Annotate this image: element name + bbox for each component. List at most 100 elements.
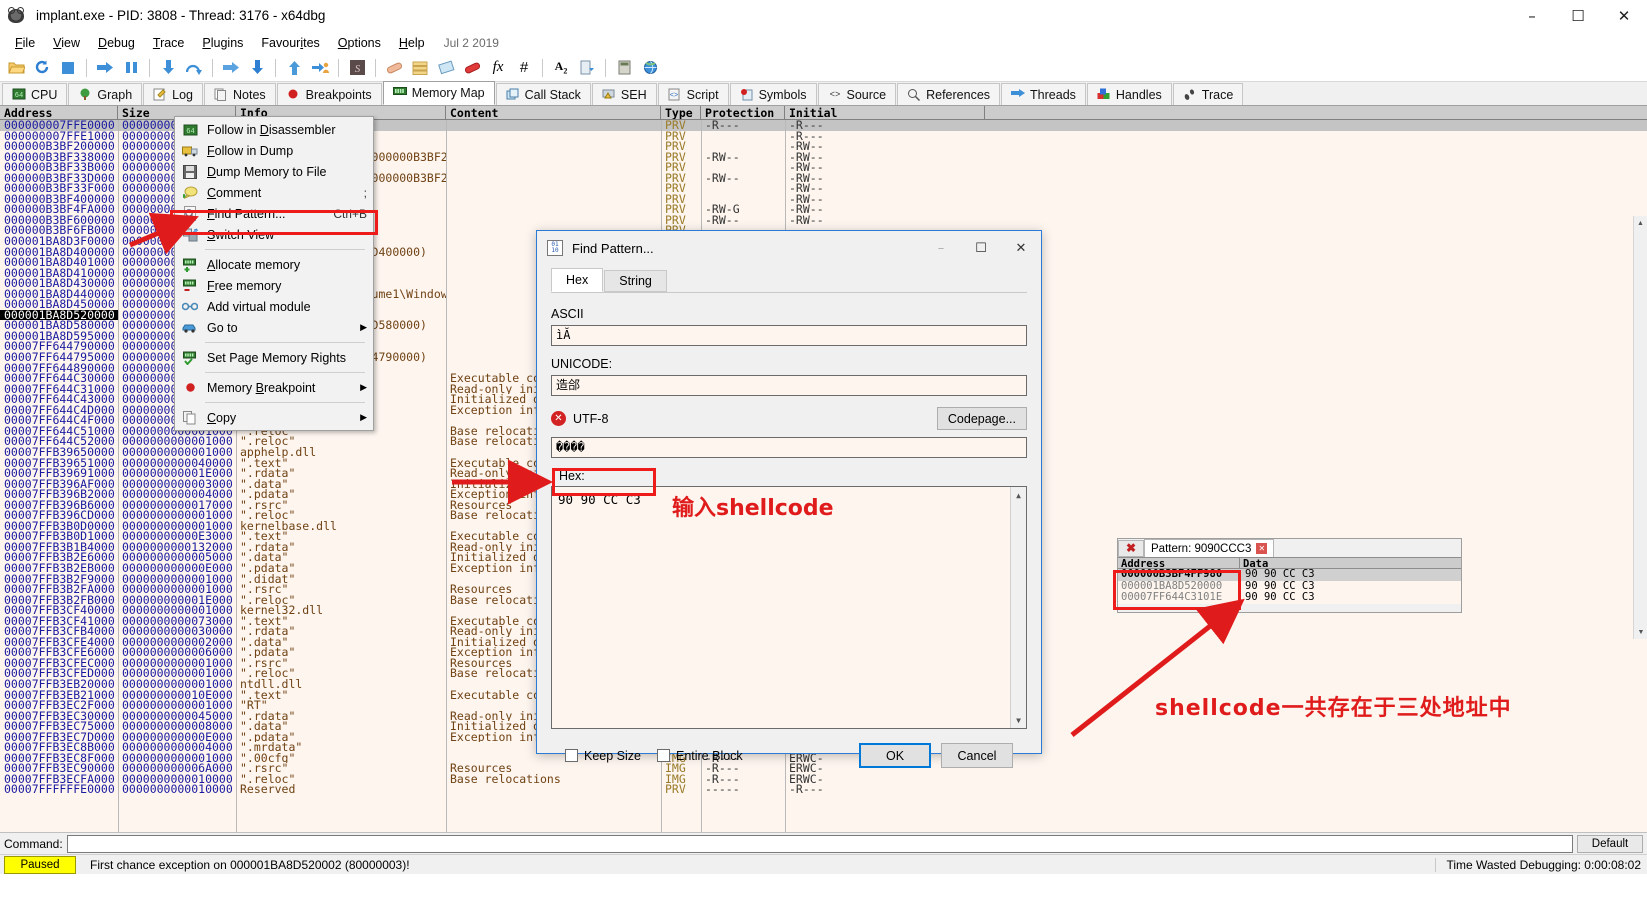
close-button[interactable]: ✕ [1601,0,1647,32]
menu-debug[interactable]: Debug [89,34,144,52]
tab-memory-map[interactable]: Memory Map [382,81,495,105]
globe-icon[interactable] [638,56,662,80]
context-menu-item-allocate-memory[interactable]: Allocate memory [175,254,373,275]
tab-hex[interactable]: Hex [551,268,604,292]
dialog-close-button[interactable]: ✕ [1001,231,1041,265]
function-icon[interactable]: fx [486,56,510,80]
text-icon[interactable]: A2 [549,56,573,80]
ascii-input[interactable]: ìĂ [551,325,1027,346]
unicode-input[interactable]: 造郃 [551,375,1027,396]
close-tab-icon[interactable]: ✕ [1256,543,1268,554]
result-row[interactable]: 00007FF644C3101E 90 90 CC C3 [1118,591,1461,604]
step-into-blue-icon[interactable] [219,56,243,80]
notes-icon[interactable] [434,56,458,80]
context-menu-item-comment[interactable]: Comment; [175,182,373,203]
result-row[interactable]: 000000B3BF4FF980 90 90 CC C3 [1118,568,1461,581]
scroll-up-arrow[interactable]: ▲ [1634,216,1647,230]
tab-call-stack[interactable]: Call Stack [495,83,591,105]
tab-script[interactable]: <> Script [657,83,729,105]
scroll-down-arrow[interactable]: ▼ [1634,625,1647,639]
tab-notes[interactable]: Notes [204,83,276,105]
dialog-maximize-button[interactable]: ☐ [961,231,1001,265]
step-over-icon[interactable] [182,56,206,80]
table-row[interactable]: 00007FFB3ECFA000 0000000000010000 ".reloc"… [0,774,1647,785]
tab-seh[interactable]: SEH [591,83,657,105]
context-menu-item-free-memory[interactable]: Free memory [175,275,373,296]
results-col-data[interactable]: Data [1240,558,1461,570]
hex-scroll-down-arrow[interactable]: ▼ [1011,712,1026,728]
menu-favourites[interactable]: Favourites [252,34,328,52]
results-col-address[interactable]: Address [1118,558,1240,570]
maximize-button[interactable]: ☐ [1555,0,1601,32]
execute-till-return-icon[interactable] [282,56,306,80]
red-x-icon[interactable]: ✖ [1118,539,1144,557]
tab-cpu[interactable]: 64 CPU [2,83,68,105]
memory-map-context-menu[interactable]: 64 Follow in Disassembler Follow in Dump Du… [174,116,374,431]
menu-options[interactable]: Options [329,34,390,52]
default-button[interactable]: Default [1577,834,1643,853]
utf8-input[interactable]: ���� [551,437,1027,458]
hex-input[interactable]: 90 90 CC C3 ▲ ▼ [551,486,1027,729]
step-into-icon[interactable] [156,56,180,80]
hash-icon[interactable]: # [512,56,536,80]
tab-symbols[interactable]: Symbols [729,83,817,105]
codepage-button[interactable]: Codepage... [936,407,1027,430]
scylla-icon[interactable]: S [345,56,369,80]
table-row[interactable]: 00007FFFFFFE0000 0000000000010000 Reserved… [0,784,1647,795]
menu-file[interactable]: FFileile [6,34,44,52]
pause-icon[interactable] [119,56,143,80]
command-input[interactable] [66,834,1573,853]
menu-trace[interactable]: Trace [144,34,194,52]
open-icon[interactable] [4,56,28,80]
ok-button[interactable]: OK [859,743,931,768]
col-header-address[interactable]: Address [0,106,118,119]
col-header-protection[interactable]: Protection [701,106,785,119]
col-header-initial[interactable]: Initial [785,106,985,119]
restart-icon[interactable] [30,56,54,80]
breakpoint-red-icon[interactable] [460,56,484,80]
memory-map-scrollbar[interactable]: ▲ ▼ [1633,216,1647,639]
cancel-button[interactable]: Cancel [941,743,1013,768]
calculator-icon[interactable] [612,56,636,80]
menu-bar: FFileile View Debug Trace Plugins Favour… [0,32,1647,54]
patch-icon[interactable] [382,56,406,80]
minimize-button[interactable]: – [1509,0,1555,32]
context-menu-item-dump-memory-to-file[interactable]: Dump Memory to File [175,161,373,182]
tab-breakpoints[interactable]: Breakpoints [276,83,382,105]
menu-plugins[interactable]: Plugins [193,34,252,52]
tab-log[interactable]: Log [143,83,204,105]
context-menu-item-add-virtual-module[interactable]: Add virtual module [175,296,373,317]
context-menu-item-switch-view[interactable]: Switch View [175,224,373,245]
context-menu-item-memory-breakpoint[interactable]: Memory Breakpoint ▶ [175,377,373,398]
step-over-blue-icon[interactable] [245,56,269,80]
context-menu-item-find-pattern[interactable]: Find Pattern... Ctrl+B [175,203,373,224]
tab-graph[interactable]: Graph [68,83,143,105]
memory-dump-icon[interactable] [575,56,599,80]
tab-trace[interactable]: Trace [1172,83,1244,105]
stop-icon[interactable] [56,56,80,80]
tab-source[interactable]: <> Source [817,83,897,105]
results-tab[interactable]: Pattern: 9090CCC3 ✕ [1144,539,1275,557]
entire-block-checkbox[interactable]: Entire Block [656,749,743,763]
tab-threads[interactable]: Threads [1001,83,1086,105]
log-icon[interactable] [408,56,432,80]
tab-string[interactable]: String [604,270,667,292]
menu-view[interactable]: View [44,34,89,52]
hex-scroll-up-arrow[interactable]: ▲ [1011,487,1026,503]
context-menu-item-follow-in-dump[interactable]: Follow in Dump [175,140,373,161]
context-menu-item-set-page-memory-rights[interactable]: Set Page Memory Rights [175,347,373,368]
run-to-user-code-icon[interactable] [308,56,332,80]
dialog-minimize-button[interactable]: – [921,231,961,265]
col-header-content[interactable]: Content [446,106,661,119]
menu-help[interactable]: Help [390,34,434,52]
col-header-type[interactable]: Type [661,106,701,119]
keep-size-checkbox[interactable]: Keep Size [565,749,641,763]
run-icon[interactable] [93,56,117,80]
context-menu-item-follow-in-disassembler[interactable]: 64 Follow in Disassembler [175,119,373,140]
hex-scrollbar[interactable]: ▲ ▼ [1010,487,1026,728]
context-menu-item-copy[interactable]: Copy ▶ [175,407,373,428]
results-rows[interactable]: 000000B3BF4FF980 90 90 CC C3 000001BA8D520… [1118,568,1461,604]
tab-references[interactable]: References [897,83,1001,105]
tab-handles[interactable]: Handles [1086,83,1172,105]
context-menu-item-go-to[interactable]: Go to ▶ [175,317,373,338]
